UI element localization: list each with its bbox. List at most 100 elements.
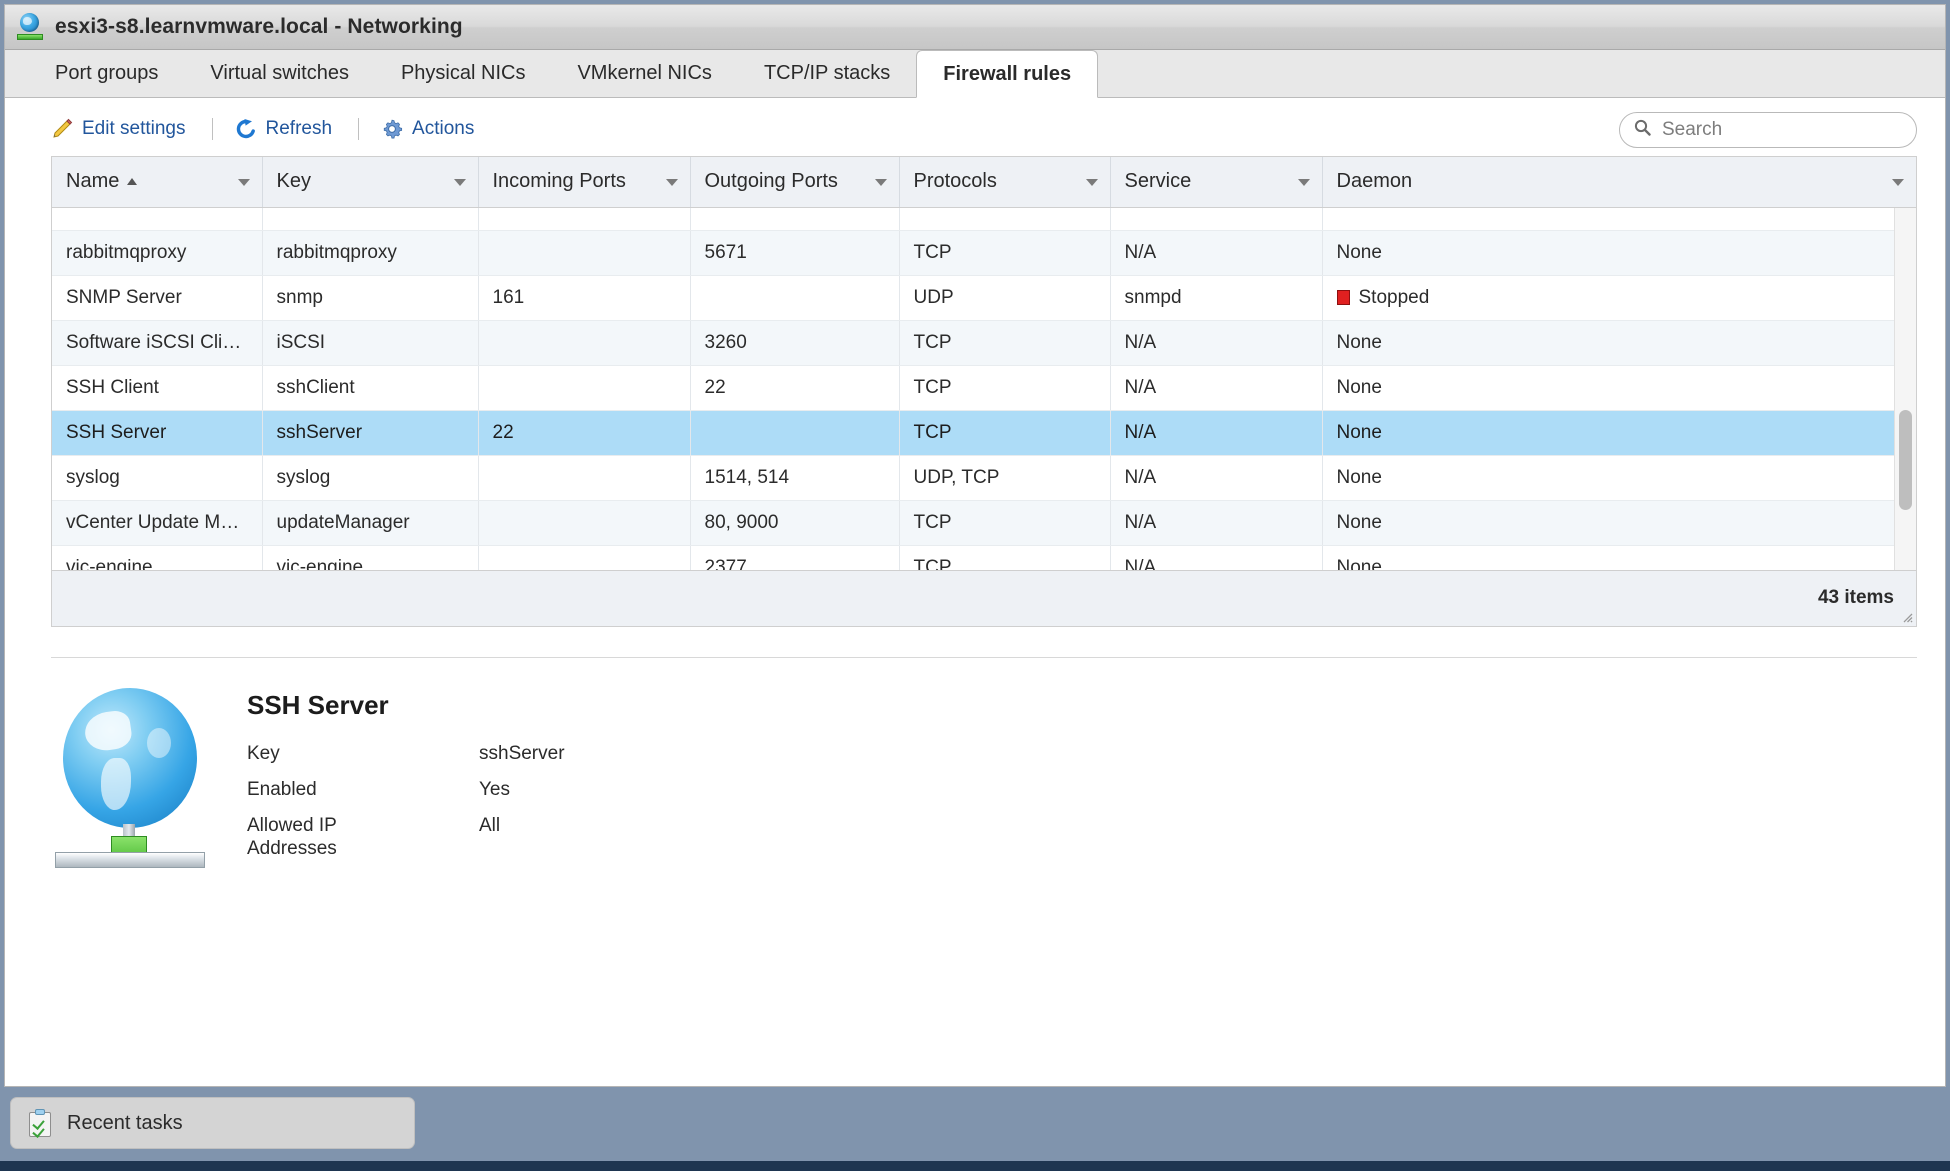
- cell-service: N/A: [1110, 455, 1323, 501]
- cell-service: [1110, 207, 1323, 231]
- chevron-down-icon[interactable]: [1892, 178, 1904, 186]
- cell-daemon: None: [1322, 320, 1894, 366]
- detail-value-allowed-ip: All: [479, 815, 501, 837]
- table-row[interactable]: [52, 207, 1894, 231]
- detail-value-enabled: Yes: [479, 778, 510, 800]
- taskbar-area: Recent tasks: [0, 1087, 1950, 1161]
- cell-name: rabbitmqproxy: [52, 230, 263, 276]
- resize-grip-icon[interactable]: [1901, 611, 1913, 623]
- column-header-protocols[interactable]: Protocols: [899, 157, 1111, 208]
- table-body-viewport: rabbitmqproxy rabbitmqproxy 5671 TCP N/A None…: [52, 207, 1916, 570]
- screen-bottom-strip: [0, 1161, 1950, 1171]
- cell-service: N/A: [1110, 410, 1323, 456]
- cell-name: SNMP Server: [52, 275, 263, 321]
- cell-outgoing-ports: 80, 9000: [690, 500, 900, 546]
- toolbar-divider-1: [211, 118, 213, 140]
- table-row[interactable]: SNMP Server snmp 161 UDP snmpd Stopped: [52, 275, 1894, 321]
- cell-protocols: TCP: [899, 320, 1111, 366]
- column-label-key: Key: [276, 170, 311, 193]
- detail-label-allowed-ip: Allowed IP Addresses: [247, 815, 337, 859]
- window-title: esxi3-s8.learnvmware.local - Networking: [55, 15, 463, 38]
- cell-key: vic-engine: [262, 545, 479, 570]
- cell-service: N/A: [1110, 545, 1323, 570]
- firewall-rules-table: Name Key Incoming Ports Outgoing Ports P…: [51, 156, 1917, 627]
- table-row[interactable]: Software iSCSI Client iSCSI 3260 TCP N/A None: [52, 320, 1894, 366]
- column-label-name: Name: [66, 170, 120, 193]
- search-input[interactable]: [1660, 118, 1902, 142]
- chevron-down-icon[interactable]: [453, 178, 466, 186]
- tab-bar: Port groups Virtual switches Physical NI…: [5, 50, 1945, 98]
- cell-incoming-ports: [478, 207, 691, 231]
- chevron-down-icon[interactable]: [1085, 178, 1098, 186]
- column-label-incoming-ports: Incoming Ports: [492, 170, 626, 193]
- refresh-label: Refresh: [265, 118, 333, 139]
- detail-label-enabled: Enabled: [247, 778, 317, 800]
- column-header-key[interactable]: Key: [262, 157, 479, 208]
- detail-panel: SSH Server Key sshServer Enabled Yes All…: [5, 658, 1945, 875]
- cell-protocols: [899, 207, 1111, 231]
- recent-tasks-button[interactable]: Recent tasks: [10, 1097, 415, 1149]
- table-vertical-scrollbar[interactable]: [1894, 207, 1916, 570]
- recent-tasks-label: Recent tasks: [67, 1111, 183, 1134]
- cell-protocols: TCP: [899, 545, 1111, 570]
- edit-settings-button[interactable]: Edit settings: [51, 118, 186, 140]
- cell-protocols: TCP: [899, 230, 1111, 276]
- column-header-daemon[interactable]: Daemon: [1322, 157, 1916, 208]
- column-header-service[interactable]: Service: [1110, 157, 1323, 208]
- cell-incoming-ports: [478, 365, 691, 411]
- column-header-name[interactable]: Name: [52, 157, 263, 208]
- tab-tcpip-stacks[interactable]: TCP/IP stacks: [738, 50, 916, 97]
- table-row[interactable]: vic-engine vic-engine 2377 TCP N/A None: [52, 545, 1894, 570]
- networking-window: esxi3-s8.learnvmware.local - Networking …: [4, 4, 1946, 1087]
- cell-name: SSH Client: [52, 365, 263, 411]
- chevron-down-icon[interactable]: [665, 178, 678, 186]
- detail-row-key: Key sshServer: [247, 743, 565, 779]
- chevron-down-icon[interactable]: [237, 178, 250, 186]
- detail-row-allowed-ip: Allowed IP Addresses All: [247, 815, 565, 874]
- table-row[interactable]: SSH Client sshClient 22 TCP N/A None: [52, 365, 1894, 411]
- refresh-button[interactable]: Refresh: [235, 118, 333, 140]
- column-label-daemon: Daemon: [1336, 170, 1413, 193]
- detail-row-enabled: Enabled Yes: [247, 779, 565, 815]
- scrollbar-thumb[interactable]: [1899, 409, 1912, 510]
- cell-daemon: None: [1322, 365, 1894, 411]
- tab-port-groups[interactable]: Port groups: [29, 50, 184, 97]
- tab-vmkernel-nics[interactable]: VMkernel NICs: [551, 50, 737, 97]
- table-header: Name Key Incoming Ports Outgoing Ports P…: [52, 157, 1916, 208]
- cell-outgoing-ports: 5671: [690, 230, 900, 276]
- tab-physical-nics[interactable]: Physical NICs: [375, 50, 551, 97]
- detail-label-key: Key: [247, 742, 280, 764]
- search-box[interactable]: [1619, 112, 1917, 148]
- pencil-icon: [51, 118, 73, 140]
- cell-outgoing-ports: 1514, 514: [690, 455, 900, 501]
- cell-key: sshServer: [262, 410, 479, 456]
- daemon-status-label: Stopped: [1358, 287, 1430, 308]
- actions-button[interactable]: Actions: [381, 118, 474, 140]
- cell-incoming-ports: 161: [478, 275, 691, 321]
- detail-value-key: sshServer: [479, 742, 565, 764]
- tab-firewall-rules[interactable]: Firewall rules: [916, 50, 1099, 98]
- table-row[interactable]: SSH Server sshServer 22 TCP N/A None: [52, 410, 1894, 456]
- column-header-outgoing-ports[interactable]: Outgoing Ports: [690, 157, 900, 208]
- table-footer: 43 items: [52, 569, 1916, 626]
- cell-outgoing-ports: 3260: [690, 320, 900, 366]
- cell-incoming-ports: [478, 320, 691, 366]
- cell-outgoing-ports: [690, 410, 900, 456]
- table-row[interactable]: rabbitmqproxy rabbitmqproxy 5671 TCP N/A None: [52, 230, 1894, 276]
- cell-daemon: None: [1322, 455, 1894, 501]
- cell-incoming-ports: [478, 455, 691, 501]
- actions-label: Actions: [412, 118, 475, 139]
- cell-protocols: TCP: [899, 410, 1111, 456]
- table-row[interactable]: vCenter Update Man… updateManager 80, 9000…: [52, 500, 1894, 546]
- status-stopped-indicator: [1336, 290, 1350, 305]
- tab-virtual-switches[interactable]: Virtual switches: [184, 50, 375, 97]
- column-header-incoming-ports[interactable]: Incoming Ports: [478, 157, 691, 208]
- cell-name: SSH Server: [52, 410, 263, 456]
- cell-daemon: [1322, 207, 1894, 231]
- chevron-down-icon[interactable]: [874, 178, 887, 186]
- chevron-down-icon[interactable]: [1297, 178, 1310, 186]
- cell-key: updateManager: [262, 500, 479, 546]
- table-row[interactable]: syslog syslog 1514, 514 UDP, TCP N/A None: [52, 455, 1894, 501]
- cell-key: iSCSI: [262, 320, 479, 366]
- detail-title: SSH Server: [247, 689, 389, 720]
